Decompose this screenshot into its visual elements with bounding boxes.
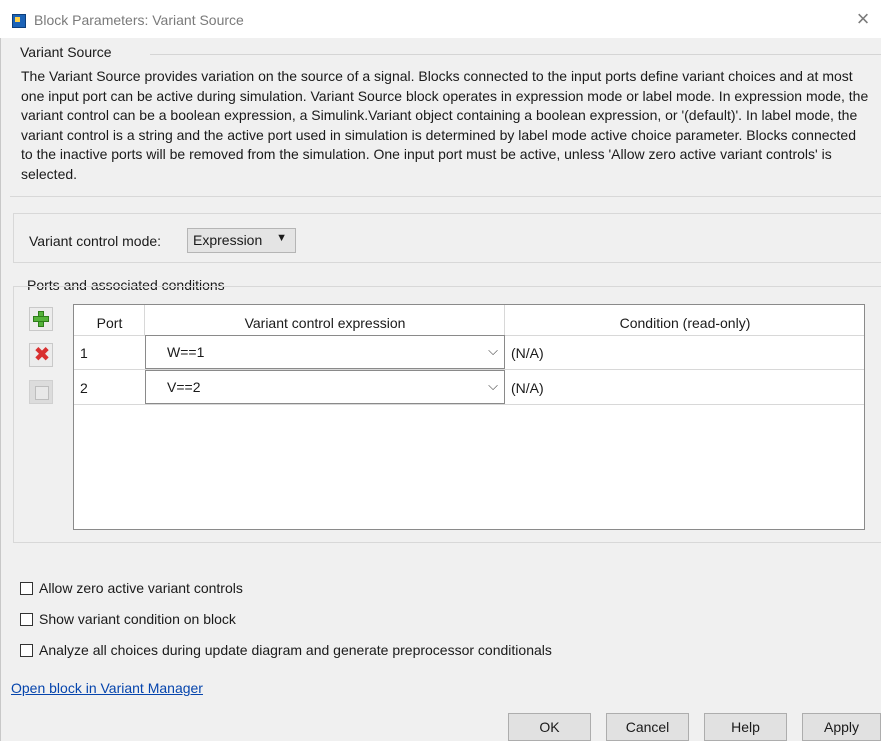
port-cell: 2 xyxy=(80,380,88,396)
port-cell: 1 xyxy=(80,345,88,361)
column-divider xyxy=(504,305,505,336)
block-name-heading: Variant Source xyxy=(20,44,112,60)
show-condition-label: Show variant condition on block xyxy=(39,611,236,627)
edit-icon xyxy=(35,386,49,400)
show-condition-checkbox[interactable] xyxy=(20,613,33,626)
chevron-down-icon: ⌵ xyxy=(488,378,498,393)
window-title: Block Parameters: Variant Source xyxy=(34,12,244,28)
column-divider xyxy=(144,305,145,336)
edit-port-button xyxy=(29,380,53,404)
ports-table: Port Variant control expression Conditio… xyxy=(73,304,865,530)
title-bar: Block Parameters: Variant Source × xyxy=(0,0,881,38)
description-divider xyxy=(10,196,881,197)
add-port-button[interactable] xyxy=(29,307,53,331)
plus-icon xyxy=(33,311,49,327)
expression-dropdown[interactable]: W==1 ⌵ xyxy=(145,335,505,369)
help-button[interactable]: Help xyxy=(704,713,787,741)
open-variant-manager-link[interactable]: Open block in Variant Manager xyxy=(11,680,203,696)
delete-x-icon: ✖ xyxy=(33,344,51,366)
analyze-all-choices-label: Analyze all choices during update diagra… xyxy=(39,642,552,658)
simulink-block-icon xyxy=(12,14,26,28)
heading-divider xyxy=(150,54,881,55)
variant-control-mode-label: Variant control mode: xyxy=(29,233,162,249)
expression-dropdown[interactable]: V==2 ⌵ xyxy=(145,370,505,404)
row-divider xyxy=(74,404,864,405)
cancel-button[interactable]: Cancel xyxy=(606,713,689,741)
condition-cell: (N/A) xyxy=(511,345,544,361)
dropdown-arrow-icon: ▼ xyxy=(276,232,287,244)
chevron-down-icon: ⌵ xyxy=(488,343,498,358)
allow-zero-active-label: Allow zero active variant controls xyxy=(39,580,243,596)
expression-value: V==2 xyxy=(167,379,201,395)
mode-selected-value: Expression xyxy=(193,232,263,248)
column-header-condition: Condition (read-only) xyxy=(619,315,751,331)
window-border xyxy=(0,38,1,741)
block-description: The Variant Source provides variation on… xyxy=(21,68,869,182)
expression-value: W==1 xyxy=(167,344,205,360)
delete-port-button[interactable]: ✖ xyxy=(29,343,53,367)
allow-zero-active-checkbox[interactable] xyxy=(20,582,33,595)
condition-cell: (N/A) xyxy=(511,380,544,396)
analyze-all-choices-checkbox[interactable] xyxy=(20,644,33,657)
column-header-port: Port xyxy=(96,315,123,331)
variant-control-mode-dropdown[interactable]: Expression ▼ xyxy=(187,228,296,253)
ok-button[interactable]: OK xyxy=(508,713,591,741)
close-icon[interactable]: × xyxy=(849,6,877,32)
apply-button[interactable]: Apply xyxy=(802,713,881,741)
column-header-expression: Variant control expression xyxy=(244,315,406,331)
